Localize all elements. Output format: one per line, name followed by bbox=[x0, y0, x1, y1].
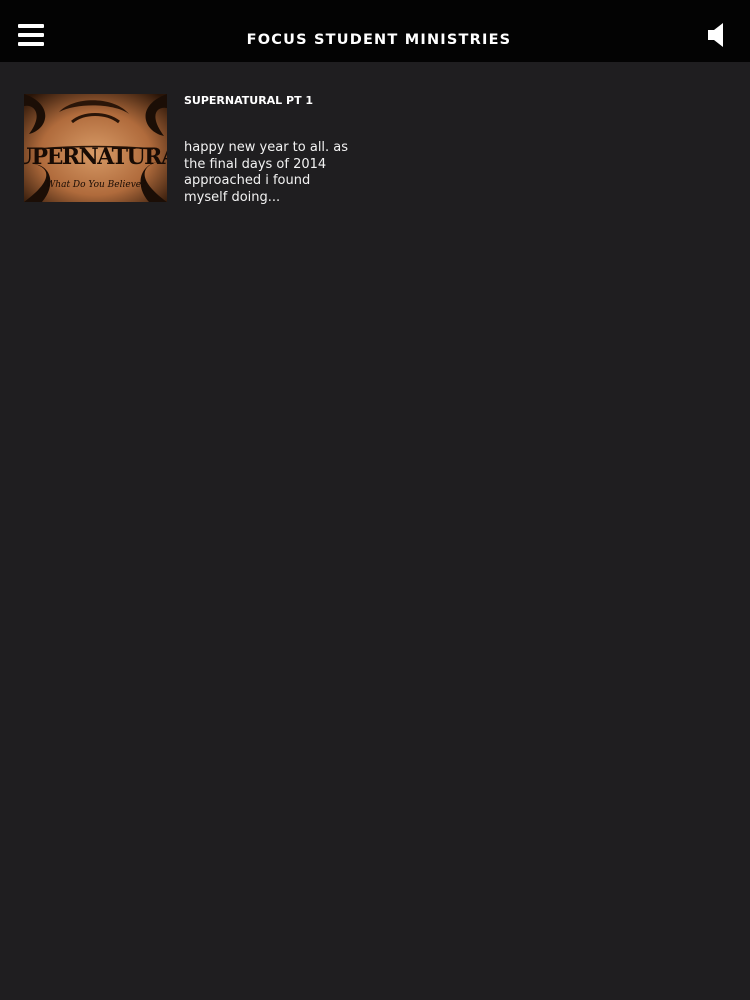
speaker-icon[interactable] bbox=[706, 22, 728, 48]
app-header: FOCUS STUDENT MINISTRIES bbox=[0, 0, 750, 62]
article-list-item[interactable]: SUPERNATURAL What Do You Believe? SUPERN… bbox=[24, 94, 354, 206]
article-excerpt: happy new year to all. as the final days… bbox=[184, 140, 349, 205]
article-title[interactable]: SUPERNATURAL PT 1 bbox=[184, 94, 354, 108]
article-thumbnail[interactable]: SUPERNATURAL What Do You Believe? bbox=[24, 94, 167, 202]
thumbnail-subtitle: What Do You Believe? bbox=[46, 180, 146, 190]
thumbnail-title: SUPERNATURAL bbox=[24, 144, 167, 170]
app-title: FOCUS STUDENT MINISTRIES bbox=[246, 32, 512, 48]
